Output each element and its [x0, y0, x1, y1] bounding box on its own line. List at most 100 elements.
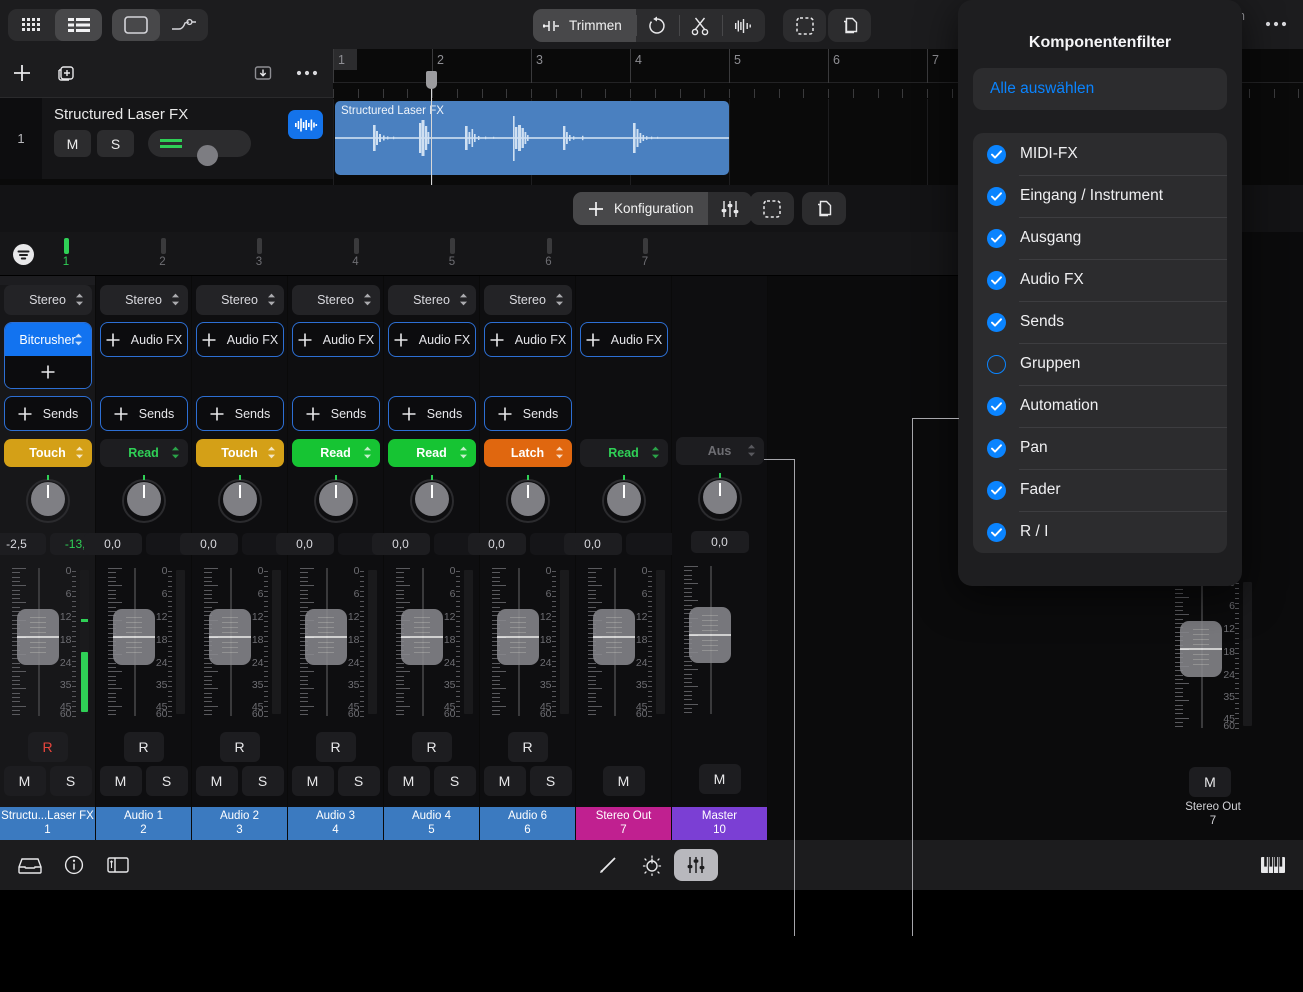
keyboard-button[interactable] — [1251, 849, 1295, 881]
automation-mode-button[interactable]: Touch — [4, 439, 92, 467]
filter-item[interactable]: Gruppen — [973, 343, 1227, 385]
filter-items-list[interactable]: MIDI-FXEingang / InstrumentAusgangAudio … — [973, 133, 1227, 553]
channel-solo-button[interactable]: S — [434, 766, 476, 796]
channel-name-bar[interactable]: Audio 23 — [192, 807, 287, 840]
channel-strip[interactable]: StereoAudio FXSendsLatch0,00612182435456… — [480, 276, 576, 840]
component-filter-button[interactable] — [13, 244, 34, 265]
add-sends-button[interactable]: Sends — [196, 396, 284, 431]
filter-item[interactable]: Automation — [973, 385, 1227, 427]
channel-strip[interactable]: StereoAudio FXSendsTouch0,00612182435456… — [192, 276, 288, 840]
volume-value[interactable]: 0,0 — [372, 533, 430, 555]
filter-item[interactable]: Eingang / Instrument — [973, 175, 1227, 217]
fader-zone[interactable]: 06121824354560 — [290, 568, 382, 716]
channel-mute-button[interactable]: M — [603, 766, 645, 796]
volume-value[interactable]: -2,5 — [0, 533, 46, 555]
channel-name-bar[interactable]: Audio 34 — [288, 807, 383, 840]
checkbox-icon[interactable] — [987, 187, 1006, 206]
marquee-select-button[interactable] — [783, 9, 826, 42]
mute-solo-row[interactable]: M — [603, 766, 645, 796]
channel-io-selector[interactable]: Stereo — [196, 285, 284, 315]
channel-mute-button[interactable]: M — [484, 766, 526, 796]
volume-fader[interactable] — [113, 609, 155, 665]
channel-name-bar[interactable]: Audio 45 — [384, 807, 479, 840]
overflow-channel-name[interactable]: Stereo Out 7 — [1165, 801, 1261, 829]
add-audio-fx-button[interactable]: Audio FX — [100, 322, 188, 357]
volume-fader[interactable] — [305, 609, 347, 665]
channel-io-selector[interactable]: Stereo — [100, 285, 188, 315]
add-sends-button[interactable]: Sends — [100, 396, 188, 431]
volume-value[interactable]: 0,0 — [691, 531, 749, 553]
volume-knob[interactable] — [197, 145, 218, 166]
pan-knob[interactable] — [218, 479, 262, 523]
automation-mode-button[interactable]: Read — [292, 439, 380, 467]
configuration-group[interactable]: Konfiguration — [573, 192, 752, 225]
add-audio-fx-button[interactable]: Audio FX — [196, 322, 284, 357]
checkbox-icon[interactable] — [987, 439, 1006, 458]
checkbox-icon[interactable] — [987, 523, 1006, 542]
automation-mode-button[interactable]: Read — [100, 439, 188, 467]
marquee-tool-group[interactable] — [783, 9, 826, 42]
channel-strip[interactable]: StereoAudio FXSendsRead0,006121824354560… — [384, 276, 480, 840]
copy-button[interactable] — [828, 9, 871, 42]
select-all-button[interactable]: Alle auswählen — [973, 68, 1227, 110]
filter-item[interactable]: MIDI-FX — [973, 133, 1227, 175]
plugin-slot[interactable]: Bitcrusher — [5, 323, 91, 356]
volume-value[interactable]: 0,0 — [276, 533, 334, 555]
track-mute-button[interactable]: M — [54, 130, 91, 157]
add-track-button[interactable] — [0, 49, 44, 97]
channel-mute-button[interactable]: M — [196, 766, 238, 796]
filter-item[interactable]: Fader — [973, 469, 1227, 511]
record-enable-button[interactable]: R — [124, 732, 164, 762]
channel-name-bar[interactable]: Master10 — [672, 807, 767, 840]
panel-toggle-button[interactable] — [96, 849, 140, 881]
view-mode-segment[interactable] — [8, 9, 102, 41]
checkbox-icon[interactable] — [987, 271, 1006, 290]
audio-fx-rack[interactable]: Bitcrusher — [4, 322, 92, 389]
fader-zone[interactable]: 06121824354560 — [2, 568, 94, 716]
loop-tool-button[interactable] — [636, 9, 679, 42]
mute-solo-row[interactable]: M — [699, 764, 741, 794]
track-instrument-icon[interactable] — [288, 110, 323, 139]
top-more-button[interactable] — [1265, 14, 1287, 32]
channel-solo-button[interactable]: S — [530, 766, 572, 796]
add-audio-fx-button[interactable]: Audio FX — [388, 322, 476, 357]
channel-values[interactable]: 0,0 — [691, 531, 749, 553]
checkbox-icon[interactable] — [987, 355, 1006, 374]
grid-view-button[interactable] — [8, 9, 55, 41]
pencil-button[interactable] — [586, 849, 630, 881]
channel-mute-button[interactable]: M — [100, 766, 142, 796]
add-audio-fx-button[interactable]: Audio FX — [292, 322, 380, 357]
fader-handle[interactable] — [1180, 621, 1222, 677]
library-button[interactable] — [8, 849, 52, 881]
mixer-copy-button[interactable] — [802, 192, 846, 225]
volume-value[interactable]: 0,0 — [180, 533, 238, 555]
add-audio-fx-button[interactable]: Audio FX — [484, 322, 572, 357]
automation-mode-button[interactable]: Touch — [196, 439, 284, 467]
channel-mute-button[interactable]: M — [4, 766, 46, 796]
record-enable-button[interactable]: R — [412, 732, 452, 762]
channel-io-selector[interactable]: Stereo — [388, 285, 476, 315]
channel-strip[interactable]: StereoAudio FXSendsRead0,006121824354560… — [96, 276, 192, 840]
import-button[interactable] — [241, 49, 285, 97]
add-sends-button[interactable]: Sends — [388, 396, 476, 431]
overflow-mute-button[interactable]: M — [1189, 767, 1231, 797]
fader-zone[interactable]: 06121824354560 — [98, 568, 190, 716]
pan-knob[interactable] — [602, 479, 646, 523]
mixer-tool-buttons[interactable] — [750, 192, 846, 225]
volume-fader[interactable] — [689, 607, 731, 663]
automation-curve-button[interactable] — [160, 9, 208, 41]
filter-item[interactable]: R / I — [973, 511, 1227, 553]
add-sends-button[interactable]: Sends — [4, 396, 92, 431]
flex-tool-button[interactable] — [722, 9, 765, 42]
record-enable-button[interactable]: R — [28, 732, 68, 762]
playhead-handle[interactable] — [426, 71, 437, 89]
volume-fader[interactable] — [401, 609, 443, 665]
automation-mode-button[interactable]: Latch — [484, 439, 572, 467]
volume-value[interactable]: 0,0 — [84, 533, 142, 555]
track-header[interactable]: 1 Structured Laser FX M S — [0, 97, 333, 179]
channel-mute-button[interactable]: M — [292, 766, 334, 796]
channel-name-bar[interactable]: Stereo Out7 — [576, 807, 671, 840]
tracks-view-button[interactable] — [55, 9, 102, 41]
record-enable-button[interactable]: R — [220, 732, 260, 762]
checkbox-icon[interactable] — [987, 313, 1006, 332]
